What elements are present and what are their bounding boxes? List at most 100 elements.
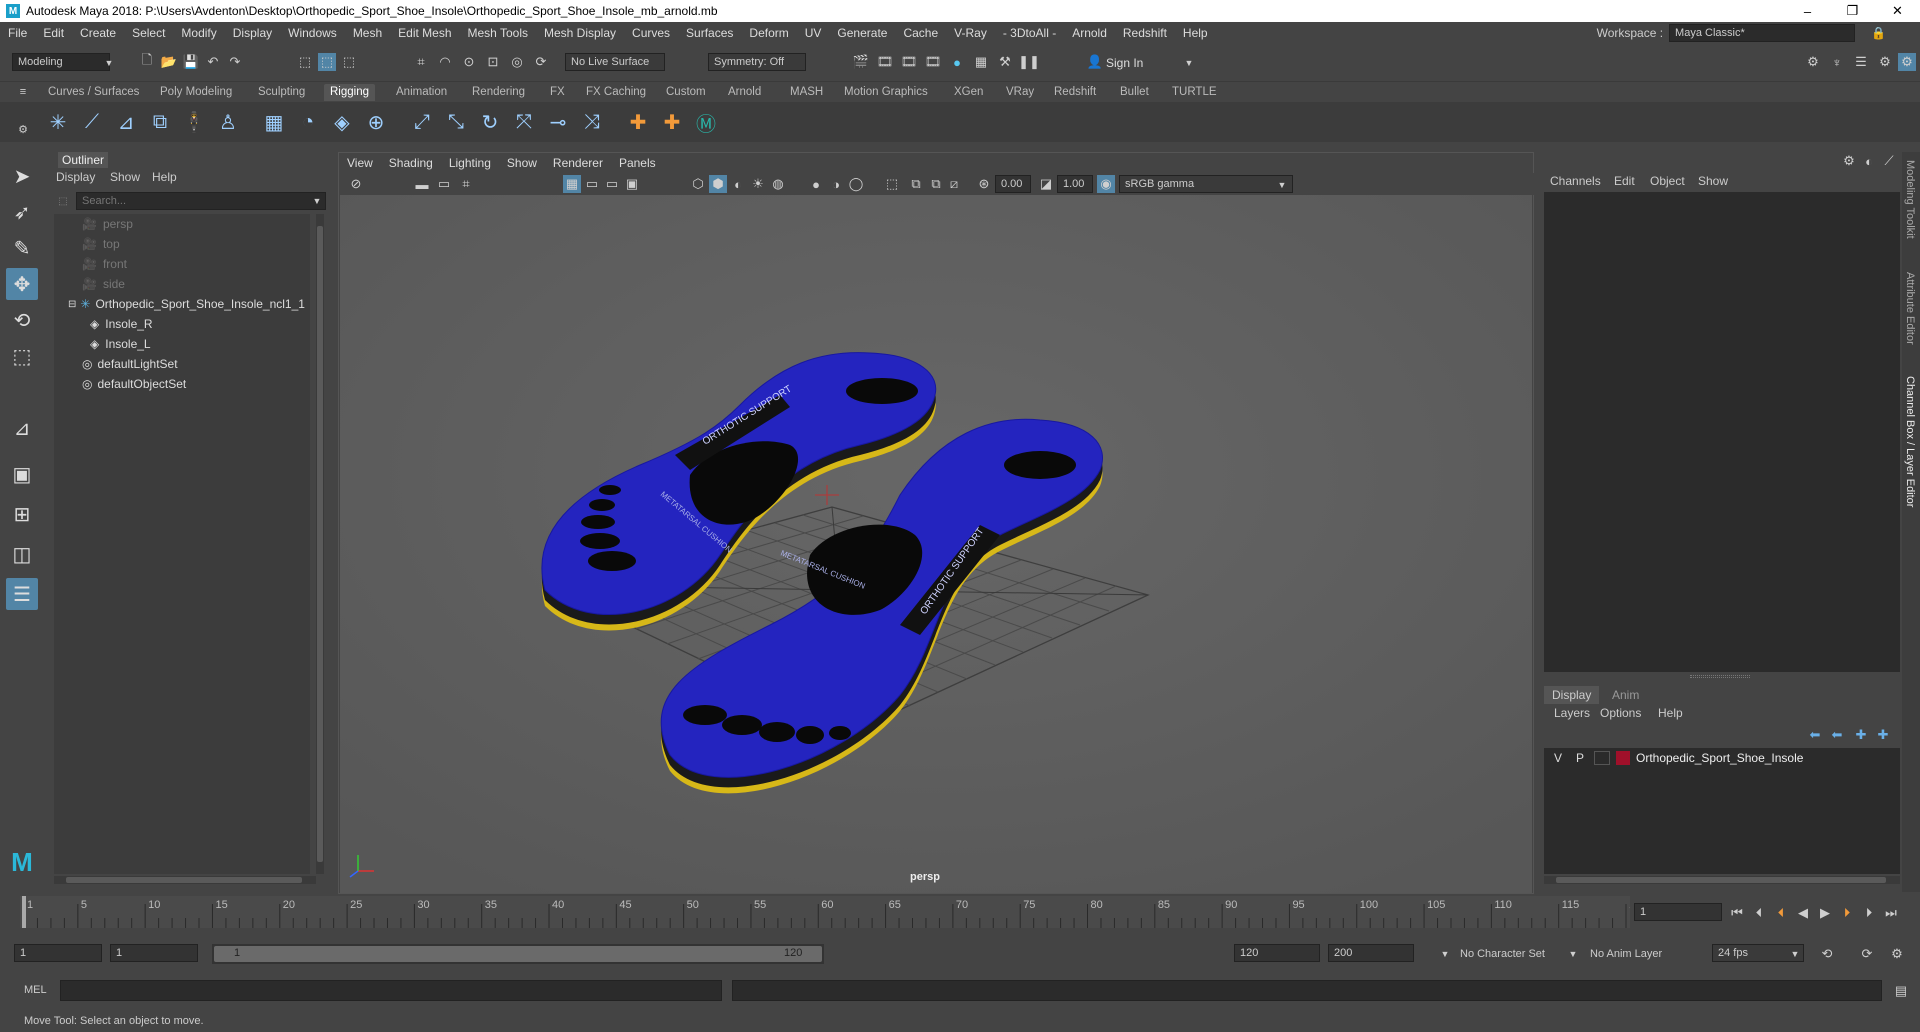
outliner-item-front[interactable]: 🎥 front xyxy=(82,254,127,274)
outliner-menu-show[interactable]: Show xyxy=(110,170,140,184)
outliner-horizontal-scrollbar[interactable] xyxy=(54,876,316,884)
shelf-tab-vray[interactable]: VRay xyxy=(1000,84,1040,101)
menu-file[interactable]: File xyxy=(0,26,35,40)
layer-menu-layers[interactable]: Layers xyxy=(1554,706,1590,720)
play-backwards-icon[interactable]: ◀ xyxy=(1794,904,1812,922)
orient-constraint-icon[interactable]: ↻ xyxy=(476,108,504,136)
ik-spline-icon[interactable]: ⊿ xyxy=(112,108,140,136)
chevron-down-icon[interactable]: ▼ xyxy=(1180,54,1198,72)
shelf-tab-xgen[interactable]: XGen xyxy=(948,84,989,101)
hypershade-icon[interactable]: ● xyxy=(948,53,966,71)
viewport-menu-renderer[interactable]: Renderer xyxy=(545,156,611,170)
exposure-field[interactable]: 0.00 xyxy=(995,175,1031,193)
channel-box-pin-icon[interactable]: ⟋ xyxy=(1880,152,1898,170)
shelf-tab-fx[interactable]: FX xyxy=(544,84,571,101)
current-time-marker[interactable] xyxy=(22,896,26,928)
snap-point-icon[interactable]: ⊙ xyxy=(460,53,478,71)
shelf-tab-turtle[interactable]: TURTLE xyxy=(1166,84,1223,101)
cluster-icon[interactable]: ◔ xyxy=(294,108,322,136)
channel-box-menu-object[interactable]: Object xyxy=(1650,174,1685,188)
mash-network-icon[interactable]: Ⓜ xyxy=(692,108,720,136)
film-gate-icon[interactable]: ▭ xyxy=(583,175,601,193)
pause-icon[interactable]: ❚❚ xyxy=(1018,53,1040,71)
grid-display-icon[interactable]: ▦ xyxy=(563,175,581,193)
lights-icon[interactable]: ☀ xyxy=(749,175,767,193)
channel-box-menu-edit[interactable]: Edit xyxy=(1614,174,1635,188)
menu-mesh[interactable]: Mesh xyxy=(345,26,390,40)
gate-mask-icon[interactable]: ▣ xyxy=(623,175,641,193)
snap-grid-icon[interactable]: ⌗ xyxy=(412,53,430,71)
select-component-icon[interactable]: ⬚ xyxy=(340,53,358,71)
panel-splitter[interactable] xyxy=(1690,675,1750,678)
lock-icon[interactable]: 🔒 xyxy=(1871,26,1886,40)
layer-name[interactable]: Orthopedic_Sport_Shoe_Insole xyxy=(1636,751,1803,765)
scale-constraint-icon[interactable]: ⤧ xyxy=(510,108,538,136)
shelf-tab-redshift[interactable]: Redshift xyxy=(1048,84,1102,101)
undo-icon[interactable]: ↶ xyxy=(204,53,222,71)
new-layer-selected-icon[interactable]: ✚ xyxy=(1874,726,1892,744)
viewport-menu-shading[interactable]: Shading xyxy=(381,156,441,170)
chevron-down-icon[interactable]: ▼ xyxy=(1436,945,1454,963)
lattice-icon[interactable]: ▦ xyxy=(260,108,288,136)
select-hierarchy-icon[interactable]: ⬚ xyxy=(296,53,314,71)
sign-in-button[interactable]: Sign In xyxy=(1106,56,1143,70)
go-to-end-icon[interactable]: ⏭ xyxy=(1882,904,1900,922)
create-joints-icon[interactable]: ✳ xyxy=(44,108,72,136)
outliner-item-persp[interactable]: 🎥 persp xyxy=(82,214,133,234)
parent-constraint-icon[interactable]: ⤢ xyxy=(408,108,436,136)
range-slider[interactable]: 1 120 xyxy=(212,944,824,964)
xray-icon[interactable]: ⧉ xyxy=(907,175,925,193)
menu-modify[interactable]: Modify xyxy=(173,26,224,40)
color-space-dropdown[interactable]: sRGB gamma xyxy=(1119,175,1293,193)
isolate-select-icon[interactable]: ⬚ xyxy=(883,175,901,193)
snap-surface-icon[interactable]: ◎ xyxy=(508,53,526,71)
ambient-occlusion-icon[interactable]: ● xyxy=(807,175,825,193)
shelf-menu-icon[interactable]: ≡ xyxy=(14,83,32,101)
menu-curves[interactable]: Curves xyxy=(624,26,678,40)
lasso-tool-icon[interactable]: ➶ xyxy=(6,196,38,228)
outliner-item-default-light-set[interactable]: ◎ defaultLightSet xyxy=(82,354,178,374)
textured-icon[interactable]: ◐ xyxy=(729,175,747,193)
animation-prefs-icon[interactable]: ⚙ xyxy=(1888,945,1906,963)
time-slider[interactable]: 1 5 10 15 20 25 30 35 40 45 50 55 60 65 70 75 80 85 90 95 10… xyxy=(0,896,1920,930)
go-to-start-icon[interactable]: ⏮ xyxy=(1728,904,1746,922)
attribute-editor-icon[interactable]: ☰ xyxy=(1852,53,1870,71)
move-layer-up-icon[interactable]: ⬅ xyxy=(1806,726,1824,744)
last-tool-icon[interactable]: ⊿ xyxy=(6,412,38,444)
menu-display[interactable]: Display xyxy=(225,26,280,40)
channel-box-menu-channels[interactable]: Channels xyxy=(1550,174,1601,188)
menu-mesh-tools[interactable]: Mesh Tools xyxy=(460,26,536,40)
shelf-tab-custom[interactable]: Custom xyxy=(660,84,712,101)
layer-row[interactable]: V P Orthopedic_Sport_Shoe_Insole xyxy=(1544,748,1900,768)
render-frame-icon[interactable]: 🎬 xyxy=(852,53,870,71)
outliner-item-top[interactable]: 🎥 top xyxy=(82,234,120,254)
outliner-item-default-object-set[interactable]: ◎ defaultObjectSet xyxy=(82,374,186,394)
tool-settings-icon[interactable]: ⚙ xyxy=(1876,53,1894,71)
shelf-tab-sculpting[interactable]: Sculpting xyxy=(252,84,311,101)
chevron-down-icon[interactable]: ▼ xyxy=(1273,176,1291,194)
channel-box-settings-icon[interactable]: ⚙ xyxy=(1840,152,1858,170)
sculpt-deformer-icon[interactable]: ⊕ xyxy=(362,108,390,136)
modeling-toolkit-icon[interactable]: ⚙ xyxy=(1804,53,1822,71)
four-view-layout-icon[interactable]: ⊞ xyxy=(6,498,38,530)
outliner-item-side[interactable]: 🎥 side xyxy=(82,274,125,294)
select-object-icon[interactable]: ⬚ xyxy=(318,53,336,71)
render-sequence-icon[interactable]: 🎞 xyxy=(876,53,894,71)
two-pane-layout-icon[interactable]: ◫ xyxy=(6,538,38,570)
script-editor-icon[interactable]: ▤ xyxy=(1892,982,1910,1000)
arnold-render-icon[interactable]: ⚒ xyxy=(996,53,1014,71)
layer-playback-toggle[interactable]: P xyxy=(1576,751,1584,765)
menu-arnold[interactable]: Arnold xyxy=(1064,26,1115,40)
select-tool-icon[interactable]: ➤ xyxy=(6,160,38,192)
quick-rig-icon[interactable]: ♙ xyxy=(214,108,242,136)
chevron-down-icon[interactable]: ▼ xyxy=(308,192,326,210)
step-back-key-icon[interactable]: ⏴ xyxy=(1772,904,1790,922)
save-scene-icon[interactable]: 💾 xyxy=(182,53,200,71)
shelf-tab-motion-graphics[interactable]: Motion Graphics xyxy=(838,84,934,101)
viewport-menu-show[interactable]: Show xyxy=(499,156,545,170)
new-layer-icon[interactable]: ✚ xyxy=(1852,726,1870,744)
shelf-tab-arnold[interactable]: Arnold xyxy=(722,84,767,101)
outliner-menu-display[interactable]: Display xyxy=(56,170,95,184)
menu-cache[interactable]: Cache xyxy=(895,26,946,40)
move-layer-down-icon[interactable]: ⬅ xyxy=(1828,726,1846,744)
